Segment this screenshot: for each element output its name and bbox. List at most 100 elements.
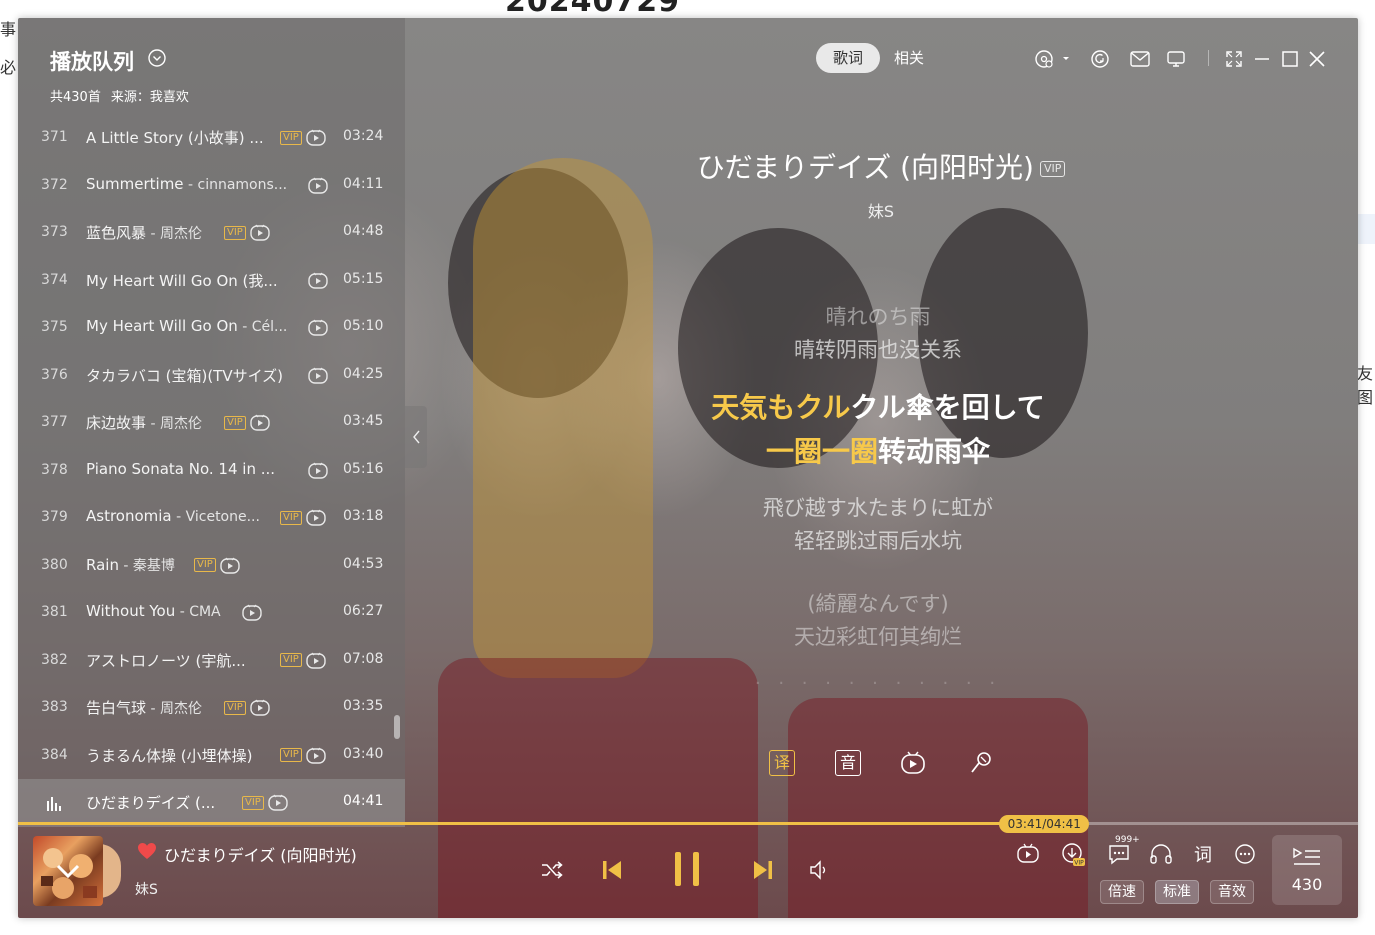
progress-fill [18, 822, 1072, 825]
song-artist[interactable]: 妹S [618, 198, 1144, 222]
mv-icon[interactable] [308, 367, 328, 384]
listen-mode-icon[interactable] [1034, 49, 1072, 69]
row-title: タカラバコ (宝箱)(TVサイズ) [86, 366, 284, 385]
now-playing-artist[interactable]: 妹S [135, 879, 158, 899]
mv-icon[interactable] [268, 794, 288, 811]
tab-related[interactable]: 相关 [894, 47, 924, 68]
queue-row[interactable]: 381 Without You - CMA 06:27 [18, 589, 405, 637]
play-queue-subtitle: 共430首 来源：我喜欢 [50, 86, 189, 105]
now-playing-title[interactable]: ひだまりデイズ (向阳时光) [164, 842, 357, 866]
next-track-icon[interactable] [751, 858, 775, 882]
row-duration: 03:35 [343, 698, 384, 714]
lyric-style-brush-icon[interactable] [968, 750, 994, 776]
row-title: Astronomia - Vicetone... [86, 507, 260, 525]
queue-row[interactable]: 378 Piano Sonata No. 14 in ... 05:16 [18, 447, 405, 495]
row-badges [304, 318, 328, 336]
mini-player-icon[interactable] [1166, 49, 1186, 69]
row-number: 375 [41, 319, 68, 335]
play-queue-button[interactable]: 430 [1272, 835, 1342, 905]
mv-icon[interactable] [308, 319, 328, 336]
romaji-lyrics-button[interactable]: 音 [835, 750, 861, 776]
album-cover[interactable] [33, 836, 103, 906]
maximize-icon[interactable] [1280, 49, 1300, 69]
mv-icon[interactable] [308, 462, 328, 479]
queue-row[interactable]: 371 A Little Story (小故事) ... VIP 03:24 [18, 114, 405, 162]
mv-icon[interactable] [306, 509, 326, 526]
mv-icon[interactable] [308, 272, 328, 289]
like-heart-icon[interactable] [137, 842, 157, 860]
row-duration: 03:24 [343, 128, 384, 144]
row-number: 383 [41, 699, 68, 715]
queue-row[interactable]: 383 告白气球 - 周杰伦 VIP 03:35 [18, 684, 405, 732]
quality-button[interactable]: 标准 [1155, 880, 1199, 904]
queue-row[interactable]: 379 Astronomia - Vicetone... VIP 03:18 [18, 494, 405, 542]
row-duration: 04:11 [343, 175, 384, 192]
fullscreen-icon[interactable] [1224, 49, 1244, 69]
mail-icon[interactable] [1129, 49, 1151, 69]
mv-icon[interactable] [306, 129, 326, 146]
play-queue-scrollbar[interactable] [394, 715, 400, 739]
vip-badge: VIP [194, 558, 216, 572]
row-number: 374 [41, 271, 68, 288]
mv-icon[interactable] [242, 604, 262, 621]
chevron-down-icon[interactable] [148, 49, 166, 67]
sound-effect-button[interactable]: 音效 [1210, 880, 1254, 904]
desktop-lyrics-button[interactable]: 词 [1194, 841, 1212, 867]
playing-equalizer-icon [47, 797, 61, 811]
lyric-line-translation: 晴转阴雨也没关系 [794, 338, 962, 362]
queue-row[interactable]: 382 アストロノーツ (宇航... VIP 07:08 [18, 637, 405, 685]
row-badges [304, 366, 328, 384]
header-divider [1208, 50, 1209, 66]
queue-row[interactable]: 376 タカラバコ (宝箱)(TVサイズ) 04:25 [18, 352, 405, 400]
comment-icon[interactable] [1107, 843, 1131, 865]
mv-video-icon[interactable] [900, 750, 926, 776]
mv-icon[interactable] [250, 224, 270, 241]
queue-row[interactable]: 380 Rain - 秦基博 VIP 04:53 [18, 542, 405, 590]
row-title: Without You - CMA [86, 602, 221, 620]
queue-row-current[interactable]: ひだまりデイズ (... VIP 04:41 [18, 779, 405, 827]
vip-badge: VIP [224, 415, 246, 430]
song-title: ひだまりデイズ (向阳时光) VIP [618, 146, 1144, 186]
mv-icon[interactable] [250, 414, 270, 431]
shuffle-icon[interactable] [540, 860, 564, 880]
download-vip-icon[interactable]: VIP [1060, 842, 1086, 868]
mv-icon[interactable] [306, 747, 326, 764]
pause-icon[interactable] [672, 850, 702, 888]
progress-time-label: 03:41/04:41 [999, 815, 1090, 833]
queue-row[interactable]: 374 My Heart Will Go On (我... 05:15 [18, 257, 405, 305]
row-number: 380 [41, 556, 68, 573]
headphone-effect-icon[interactable] [1149, 843, 1173, 865]
row-title: Piano Sonata No. 14 in ... [86, 459, 276, 478]
vip-badge: VIP [280, 748, 302, 762]
queue-row[interactable]: 372 Summertime - cinnamons... 04:11 [18, 162, 405, 210]
mv-icon[interactable] [250, 699, 270, 716]
collapse-queue-button[interactable] [405, 406, 427, 468]
mv-icon[interactable] [220, 557, 240, 574]
lyric-line-original: 晴れのち雨 [825, 305, 931, 329]
queue-row[interactable]: 384 うまるん体操 (小埋体操) VIP 03:40 [18, 732, 405, 780]
progress-bar[interactable] [18, 822, 1358, 825]
row-title: A Little Story (小故事) ... [86, 129, 264, 147]
queue-row[interactable]: 375 My Heart Will Go On - Cél... 05:10 [18, 304, 405, 352]
mv-small-icon[interactable] [1017, 843, 1039, 863]
more-icon[interactable] [1234, 843, 1256, 865]
lyric-line-translation: 天边彩虹何其绚烂 [794, 625, 962, 649]
play-queue-source[interactable]: 来源：我喜欢 [111, 90, 189, 105]
previous-track-icon[interactable] [600, 858, 624, 882]
background-right-strip [1358, 214, 1375, 244]
vip-badge: VIP [280, 653, 302, 667]
lyrics-tabs: 歌词 相关 [816, 43, 924, 73]
lyric-current-translation: 一圈一圈转动雨伞 [765, 435, 991, 468]
close-icon[interactable] [1307, 49, 1327, 69]
minimize-icon[interactable] [1252, 49, 1272, 69]
mv-icon[interactable] [306, 652, 326, 669]
tab-lyrics[interactable]: 歌词 [816, 43, 880, 73]
volume-icon[interactable] [808, 859, 830, 881]
shuffle-play-icon[interactable] [1090, 49, 1110, 69]
translate-lyrics-button[interactable]: 译 [769, 750, 795, 776]
speed-button[interactable]: 倍速 [1100, 880, 1144, 904]
mv-icon[interactable] [308, 177, 328, 194]
queue-row[interactable]: 373 蓝色风暴 - 周杰伦 VIP 04:48 [18, 209, 405, 257]
queue-row[interactable]: 377 床边故事 - 周杰伦 VIP 03:45 [18, 399, 405, 447]
row-number: 372 [41, 176, 68, 193]
